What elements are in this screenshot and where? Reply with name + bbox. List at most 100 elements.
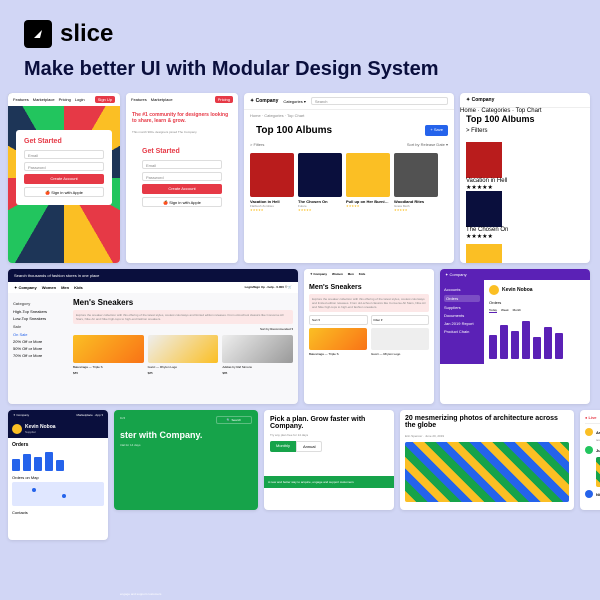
article-title: 20 mesmerizing photos of architecture ac… — [400, 410, 574, 434]
contact-name[interactable]: Asaka Chimako — [596, 430, 600, 435]
breadcrumb: Home · Categories · Top Chart — [244, 110, 454, 121]
sidebar-item-suppliers[interactable]: Suppliers — [444, 305, 480, 310]
avatar — [585, 490, 593, 498]
product-card[interactable]: Adidas by Raf Simons$85 — [222, 335, 293, 375]
product-card[interactable]: Gucci — Rhyton Logo$85 — [148, 335, 219, 375]
email-field[interactable]: Email — [142, 160, 222, 169]
apple-signin-button[interactable]: 🍎 Sign in with Apple — [142, 197, 222, 207]
sort-dropdown[interactable]: Sort by Release Date ▾ — [407, 142, 448, 147]
password-field[interactable]: Password — [142, 172, 222, 181]
album-item[interactable]: Woodland RitesGrass Moth★★★★★ — [394, 153, 438, 212]
tab-women[interactable]: Women — [42, 285, 56, 290]
brand-name: slice — [60, 20, 113, 48]
filter-radio[interactable]: On Sale — [13, 332, 63, 337]
monthly-toggle[interactable]: Monthly — [270, 441, 296, 452]
filter-radio[interactable]: 20% Off or More — [13, 339, 63, 344]
faster-card-green: In ▾🔍 Search ster with Company. trial fo… — [114, 410, 258, 510]
slice-icon — [24, 20, 52, 48]
filters-toggle[interactable]: > Filters — [250, 142, 264, 147]
tab-month[interactable]: Month — [513, 308, 521, 313]
album-item[interactable]: Pull up on Her Burning Lips★★★★★ — [346, 153, 390, 212]
sneakers-card: Search thousands of fashion stores in on… — [8, 269, 298, 404]
search-input[interactable]: 🔍 Search — [216, 416, 252, 424]
community-signup-card: Features Marketplace Pricing The #1 comm… — [126, 93, 238, 263]
apple-signin-button[interactable]: 🍎 Sign in with Apple — [24, 187, 104, 197]
dash-brand: ✦ Company — [440, 269, 590, 280]
sort-dropdown[interactable]: Sort by Recommended ▾ — [73, 327, 293, 331]
sidebar-item-chain[interactable]: Product Chain — [444, 329, 480, 334]
filters-toggle[interactable]: > Filters — [466, 128, 488, 134]
filter-checkbox[interactable]: Low-Top Sneakers — [13, 316, 63, 321]
message-image — [596, 457, 600, 487]
form-title: Get Started — [142, 148, 222, 155]
nav-marketplace[interactable]: Marketplace — [33, 97, 55, 102]
email-field[interactable]: Email — [24, 150, 104, 159]
product-card[interactable]: Gucci — Rhyton Logo — [371, 328, 429, 356]
categories-dropdown[interactable]: Categories ▾ — [283, 99, 305, 104]
article-card: 20 mesmerizing photos of architecture ac… — [400, 410, 574, 510]
save-button[interactable]: + Save — [425, 125, 448, 136]
signup-card-hero: Features Marketplace Pricing Login Sign … — [8, 93, 120, 263]
album-item[interactable]: The Chosen On★★★★★ — [466, 191, 584, 240]
dashboard-light-card: ✦ CompanyMarketplace · App ▾ Kevin Noboa… — [8, 410, 108, 540]
avatar — [585, 446, 593, 454]
orders-chart — [489, 319, 585, 359]
map-title: Orders on Map — [12, 475, 104, 480]
contact-name[interactable]: Justine Robinson — [596, 448, 600, 453]
nav-marketplace[interactable]: Marketplace — [151, 97, 173, 102]
dashboard-card: ✦ Company Accounts Orders Suppliers Docu… — [440, 269, 590, 404]
annual-toggle[interactable]: Annual — [296, 441, 322, 452]
section-title: Men's Sneakers — [309, 284, 429, 291]
company-logo[interactable]: ✦ Company — [466, 97, 494, 103]
product-card[interactable]: Balenciaga — Triple S$85 — [73, 335, 144, 375]
sidebar-item-orders[interactable]: Orders — [444, 295, 480, 302]
album-item[interactable]: The Chosen OnFuture★★★★★ — [298, 153, 342, 212]
contacts-title: Contacts — [12, 510, 104, 515]
password-field[interactable]: Password — [24, 162, 104, 171]
community-sub: This month 900+ designers joined The Com… — [126, 130, 238, 134]
filter-sidebar: Category High-Top Sneakers Low-Top Sneak… — [8, 293, 68, 380]
avatar — [12, 424, 22, 434]
signup-form: Get Started Email Password Create Accoun… — [16, 130, 112, 205]
tab-kids[interactable]: Kids — [74, 285, 83, 290]
sneakers-card-narrow: ✦ CompanyWomenMenKids Men's Sneakers Exp… — [304, 269, 434, 404]
plan-headline: Pick a plan. Grow faster with Company. — [270, 416, 388, 430]
map-widget[interactable] — [12, 482, 104, 506]
tab-men[interactable]: Men — [61, 285, 69, 290]
search-banner: Search thousands of fashion stores in on… — [8, 269, 298, 282]
page-title: Top 100 Albums — [250, 125, 338, 136]
filter-button[interactable]: Filter ▾ — [371, 315, 430, 325]
sort-button[interactable]: Sort ▾ — [309, 315, 368, 325]
nav-features[interactable]: Features — [131, 97, 147, 102]
avatar — [585, 428, 593, 436]
product-card[interactable]: Balenciaga — Triple S — [309, 328, 367, 356]
sidebar-item-report[interactable]: Jan 2019 Report — [444, 321, 480, 326]
article-byline: Erin Spencer · June 20, 2019 — [400, 434, 574, 438]
headline: Make better UI with Modular Design Syste… — [24, 58, 576, 81]
nav-login[interactable]: Login — [75, 97, 85, 102]
contact-name[interactable]: Niyah Solemi — [596, 492, 600, 497]
filter-radio[interactable]: 70% Off or More — [13, 353, 63, 358]
create-account-button[interactable]: Create Account — [24, 174, 104, 184]
sidebar-item-documents[interactable]: Documents — [444, 313, 480, 318]
filter-checkbox[interactable]: High-Top Sneakers — [13, 309, 63, 314]
section-desc: Explore the sneaker collection with this… — [73, 310, 293, 324]
filter-radio[interactable]: 50% Off or More — [13, 346, 63, 351]
company-logo[interactable]: ✦ Company — [250, 98, 278, 104]
album-item[interactable]: Pull up on Her Burning Lips — [466, 244, 584, 263]
sidebar-item-accounts[interactable]: Accounts — [444, 287, 480, 292]
album-item[interactable]: Vacation in HellFlatbush Zombies★★★★★ — [250, 153, 294, 212]
search-input[interactable]: Search — [311, 97, 448, 105]
signup-button[interactable]: Sign Up — [95, 96, 115, 103]
create-account-button[interactable]: Create Account — [142, 184, 222, 194]
nav-features[interactable]: Features — [13, 97, 29, 102]
tab-today[interactable]: Today — [489, 308, 497, 313]
album-item[interactable]: Vacation in Hell★★★★★ — [466, 142, 584, 191]
article-image — [405, 442, 569, 502]
nav-pricing[interactable]: Pricing — [59, 97, 71, 102]
form-title: Get Started — [24, 138, 104, 145]
tab-week[interactable]: Week — [501, 308, 509, 313]
nav-pricing[interactable]: Pricing — [215, 96, 233, 103]
orders-title: Orders — [489, 300, 585, 305]
community-headline: The #1 community for designers looking t… — [126, 106, 238, 130]
